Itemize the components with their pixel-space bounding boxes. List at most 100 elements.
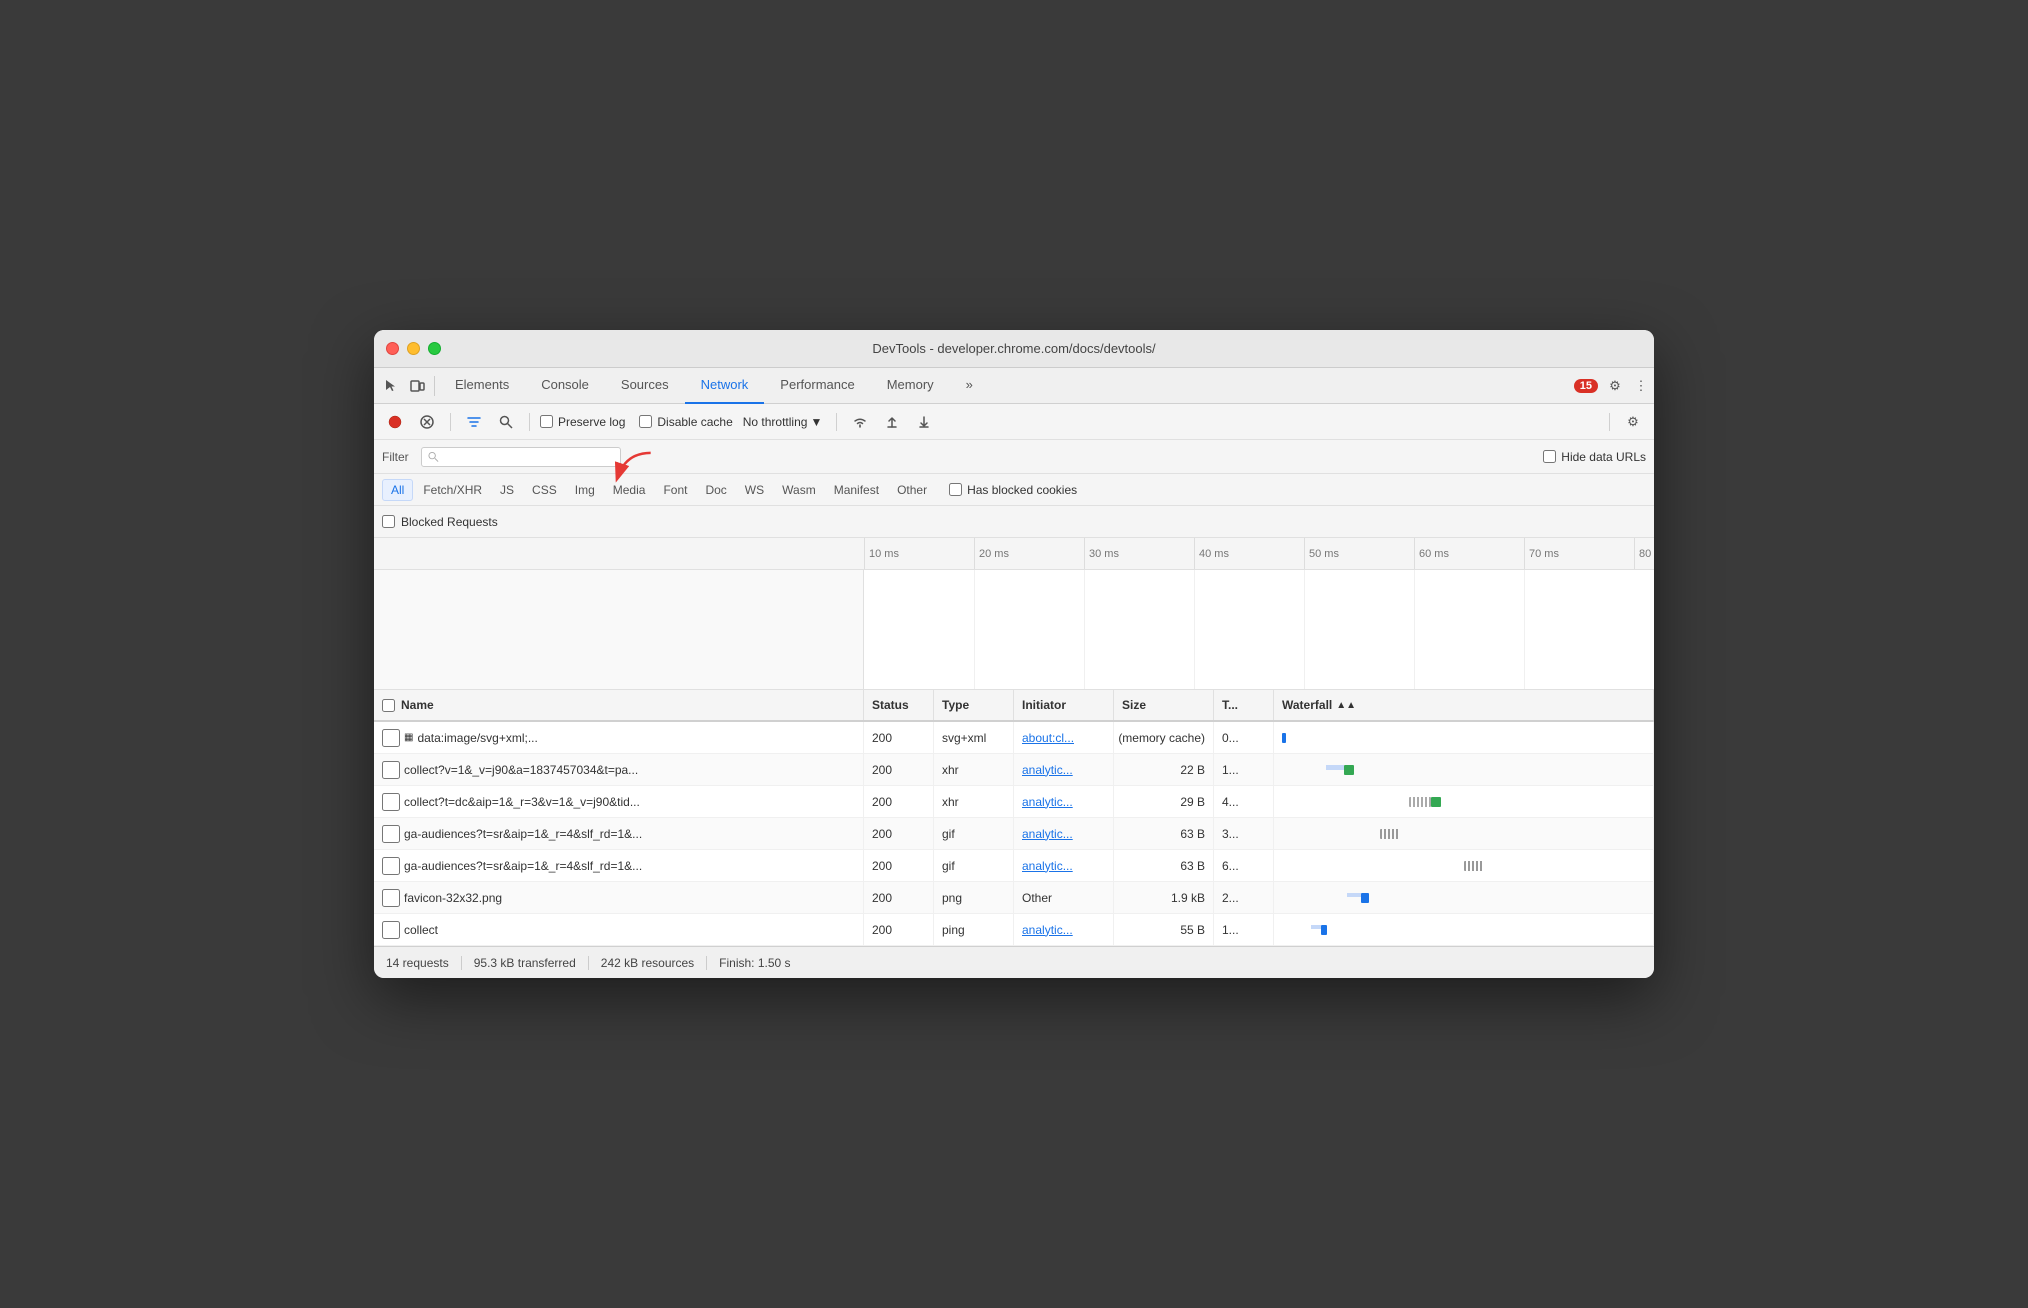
- inspector-icon-btn[interactable]: [378, 373, 404, 399]
- td-type-3: gif: [934, 818, 1014, 849]
- has-blocked-cookies-label: Has blocked cookies: [967, 483, 1077, 497]
- has-blocked-cookies-checkbox[interactable]: [949, 483, 962, 496]
- row-checkbox-6[interactable]: [382, 921, 400, 939]
- blocked-requests-checkbox[interactable]: [382, 515, 395, 528]
- td-time-3: 3...: [1214, 818, 1274, 849]
- table-row[interactable]: favicon-32x32.png 200 png Other 1.9 kB 2…: [374, 882, 1654, 914]
- minimize-button[interactable]: [407, 342, 420, 355]
- table-row[interactable]: ▦ data:image/svg+xml;... 200 svg+xml abo…: [374, 722, 1654, 754]
- disable-cache-checkbox[interactable]: [639, 415, 652, 428]
- th-name[interactable]: Name: [374, 690, 864, 720]
- clear-btn[interactable]: [414, 409, 440, 435]
- preserve-log-label[interactable]: Preserve log: [540, 415, 625, 429]
- tab-elements[interactable]: Elements: [439, 368, 525, 404]
- td-time-5: 2...: [1214, 882, 1274, 913]
- grid-4: [1304, 570, 1305, 689]
- filter-input[interactable]: [443, 450, 614, 464]
- table-body: ▦ data:image/svg+xml;... 200 svg+xml abo…: [374, 722, 1654, 946]
- hide-data-urls-label[interactable]: Hide data URLs: [1543, 450, 1646, 464]
- tab-memory[interactable]: Memory: [871, 368, 950, 404]
- filter-btn-wasm[interactable]: Wasm: [774, 479, 824, 501]
- table-row[interactable]: collect?t=dc&aip=1&_r=3&v=1&_v=j90&tid..…: [374, 786, 1654, 818]
- filter-btn-doc[interactable]: Doc: [697, 479, 734, 501]
- th-initiator[interactable]: Initiator: [1014, 690, 1114, 720]
- table-row[interactable]: ga-audiences?t=sr&aip=1&_r=4&slf_rd=1&..…: [374, 818, 1654, 850]
- device-toolbar-btn[interactable]: [404, 373, 430, 399]
- tick-40ms: 40 ms: [1194, 538, 1304, 570]
- maximize-button[interactable]: [428, 342, 441, 355]
- td-initiator-6: analytic...: [1014, 914, 1114, 945]
- table-header: Name Status Type Initiator Size T... Wat…: [374, 690, 1654, 722]
- blocked-requests-label: Blocked Requests: [401, 515, 498, 529]
- filter-btn-font[interactable]: Font: [655, 479, 695, 501]
- tab-performance[interactable]: Performance: [764, 368, 870, 404]
- row-checkbox-5[interactable]: [382, 889, 400, 907]
- waterfall-container-1: [1282, 765, 1645, 775]
- close-button[interactable]: [386, 342, 399, 355]
- filter-btn-css[interactable]: CSS: [524, 479, 565, 501]
- filter-input-wrap: [421, 447, 621, 467]
- tab-sources[interactable]: Sources: [605, 368, 685, 404]
- select-all-checkbox[interactable]: [382, 699, 395, 712]
- disable-cache-label[interactable]: Disable cache: [639, 415, 732, 429]
- row-checkbox-0[interactable]: [382, 729, 400, 747]
- status-resources: 242 kB resources: [589, 956, 707, 970]
- row-checkbox-2[interactable]: [382, 793, 400, 811]
- blocked-requests-bar: Blocked Requests: [374, 506, 1654, 538]
- td-type-0: svg+xml: [934, 722, 1014, 753]
- tab-network[interactable]: Network: [685, 368, 765, 404]
- status-transferred: 95.3 kB transferred: [462, 956, 589, 970]
- table-row[interactable]: collect 200 ping analytic... 55 B 1...: [374, 914, 1654, 946]
- row-checkbox-1[interactable]: [382, 761, 400, 779]
- throttle-select[interactable]: No throttling ▼: [739, 413, 827, 431]
- th-waterfall[interactable]: Waterfall ▲: [1274, 690, 1654, 720]
- row-checkbox-3[interactable]: [382, 825, 400, 843]
- td-waterfall-3: [1274, 818, 1654, 849]
- tab-more[interactable]: »: [950, 368, 989, 404]
- sort-icon: ▲: [1336, 700, 1346, 711]
- filter-btn-js[interactable]: JS: [492, 479, 522, 501]
- td-name-2: collect?t=dc&aip=1&_r=3&v=1&_v=j90&tid..…: [374, 786, 864, 817]
- td-initiator-1: analytic...: [1014, 754, 1114, 785]
- waterfall-bar-3: [1380, 829, 1400, 839]
- th-type[interactable]: Type: [934, 690, 1014, 720]
- device-icon: [409, 378, 425, 394]
- row-checkbox-4[interactable]: [382, 857, 400, 875]
- filter-btn-all[interactable]: All: [382, 479, 413, 501]
- record-btn[interactable]: [382, 409, 408, 435]
- tick-60ms: 60 ms: [1414, 538, 1524, 570]
- filter-types-bar: All Fetch/XHR JS CSS Img Media Font Doc …: [374, 474, 1654, 506]
- search-btn[interactable]: [493, 409, 519, 435]
- filter-label: Filter: [382, 450, 409, 464]
- table-row[interactable]: collect?v=1&_v=j90&a=1837457034&t=pa... …: [374, 754, 1654, 786]
- filter-btn-manifest[interactable]: Manifest: [826, 479, 887, 501]
- upload-btn[interactable]: [879, 409, 905, 435]
- upload-icon: [886, 415, 898, 429]
- tick-70ms: 70 ms: [1524, 538, 1634, 570]
- preserve-log-checkbox[interactable]: [540, 415, 553, 428]
- tab-bar: Elements Console Sources Network Perform…: [374, 368, 1654, 404]
- th-status[interactable]: Status: [864, 690, 934, 720]
- td-size-1: 22 B: [1114, 754, 1214, 785]
- filter-btn-img[interactable]: Img: [567, 479, 603, 501]
- hide-data-urls-checkbox[interactable]: [1543, 450, 1556, 463]
- table-row[interactable]: ga-audiences?t=sr&aip=1&_r=4&slf_rd=1&..…: [374, 850, 1654, 882]
- network-toolbar: Preserve log Disable cache No throttling…: [374, 404, 1654, 440]
- filter-btn-fetch-xhr[interactable]: Fetch/XHR: [415, 479, 490, 501]
- th-size[interactable]: Size: [1114, 690, 1214, 720]
- timeline-canvas: [374, 570, 1654, 690]
- wifi-icon-btn[interactable]: [847, 409, 873, 435]
- devtools-settings-btn[interactable]: ⚙: [1602, 373, 1628, 399]
- download-btn[interactable]: [911, 409, 937, 435]
- filter-btn-other[interactable]: Other: [889, 479, 935, 501]
- filter-btn[interactable]: [461, 409, 487, 435]
- wf-wait-5: [1347, 893, 1361, 897]
- devtools-more-btn[interactable]: ⋮: [1628, 373, 1654, 399]
- th-time[interactable]: T...: [1214, 690, 1274, 720]
- network-settings-btn[interactable]: ⚙: [1620, 409, 1646, 435]
- td-name-5: favicon-32x32.png: [374, 882, 864, 913]
- row-type-icon-0: ▦: [404, 732, 413, 743]
- filter-btn-ws[interactable]: WS: [737, 479, 772, 501]
- tab-console[interactable]: Console: [525, 368, 605, 404]
- td-type-4: gif: [934, 850, 1014, 881]
